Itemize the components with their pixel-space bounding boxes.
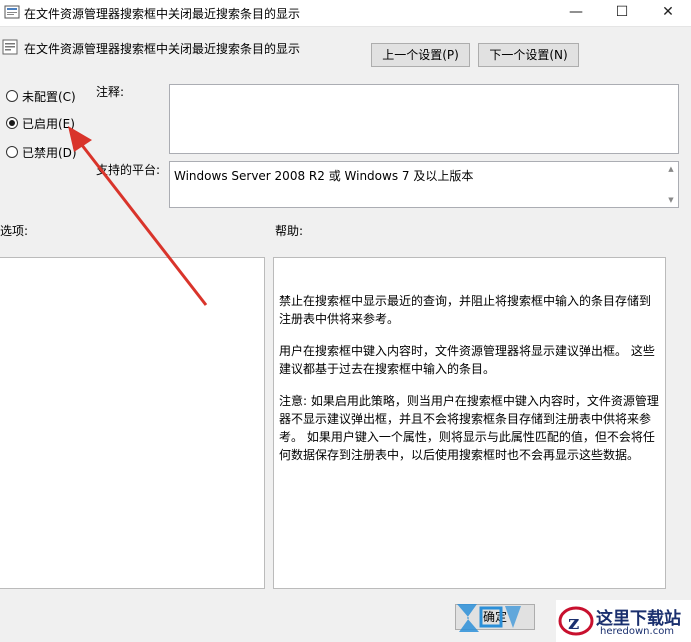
watermark-domain: heredown.com: [600, 626, 675, 637]
watermark-logo-icon: z: [558, 606, 594, 636]
radio-enabled-label[interactable]: 已启用(E): [22, 115, 75, 132]
radio-not-configured[interactable]: [6, 90, 18, 102]
help-panel: 禁止在搜索框中显示最近的查询，并阻止将搜索框中输入的条目存储到注册表中供将来参考…: [273, 257, 666, 589]
scroll-down-icon[interactable]: ▼: [666, 196, 676, 204]
watermark: z 这里下载站 heredown.com: [556, 600, 691, 642]
supported-platform-field: Windows Server 2008 R2 或 Windows 7 及以上版本…: [169, 161, 679, 208]
policy-setting-icon: [2, 39, 18, 55]
help-paragraph: 禁止在搜索框中显示最近的查询，并阻止将搜索框中输入的条目存储到注册表中供将来参考…: [279, 294, 652, 326]
watermark-logo-graphic: [457, 604, 521, 632]
minimize-button[interactable]: —: [553, 0, 599, 26]
policy-app-icon: [4, 5, 20, 19]
comment-textarea[interactable]: [169, 84, 679, 154]
window-title: 在文件资源管理器搜索框中关闭最近搜索条目的显示: [24, 7, 301, 21]
comment-label: 注释:: [96, 85, 125, 99]
radio-not-configured-label[interactable]: 未配置(C): [22, 88, 76, 105]
svg-text:z: z: [568, 610, 579, 634]
help-paragraph: 用户在搜索框中键入内容时，文件资源管理器将显示建议弹出框。 这些建议都基于过去在…: [279, 344, 655, 376]
help-section-label: 帮助:: [275, 224, 304, 238]
close-button[interactable]: ✕: [645, 0, 691, 26]
radio-enabled[interactable]: [6, 117, 18, 129]
maximize-button[interactable]: ☐: [599, 0, 645, 26]
previous-setting-button[interactable]: 上一个设置(P): [371, 43, 470, 67]
options-panel: [0, 257, 265, 589]
supported-platform-value: Windows Server 2008 R2 或 Windows 7 及以上版本: [174, 169, 474, 183]
policy-name: 在文件资源管理器搜索框中关闭最近搜索条目的显示: [24, 42, 301, 56]
title-bar: 在文件资源管理器搜索框中关闭最近搜索条目的显示 — ☐ ✕: [0, 0, 691, 27]
radio-disabled-label[interactable]: 已禁用(D): [22, 144, 77, 161]
supported-platform-label: 支持的平台:: [96, 163, 161, 177]
next-setting-button[interactable]: 下一个设置(N): [478, 43, 579, 67]
help-paragraph: 注意: 如果启用此策略，则当用户在搜索框中键入内容时，文件资源管理器不显示建议弹…: [279, 394, 659, 462]
radio-disabled[interactable]: [6, 146, 18, 158]
options-section-label: 选项:: [0, 224, 29, 238]
scroll-up-icon[interactable]: ▲: [666, 165, 676, 173]
